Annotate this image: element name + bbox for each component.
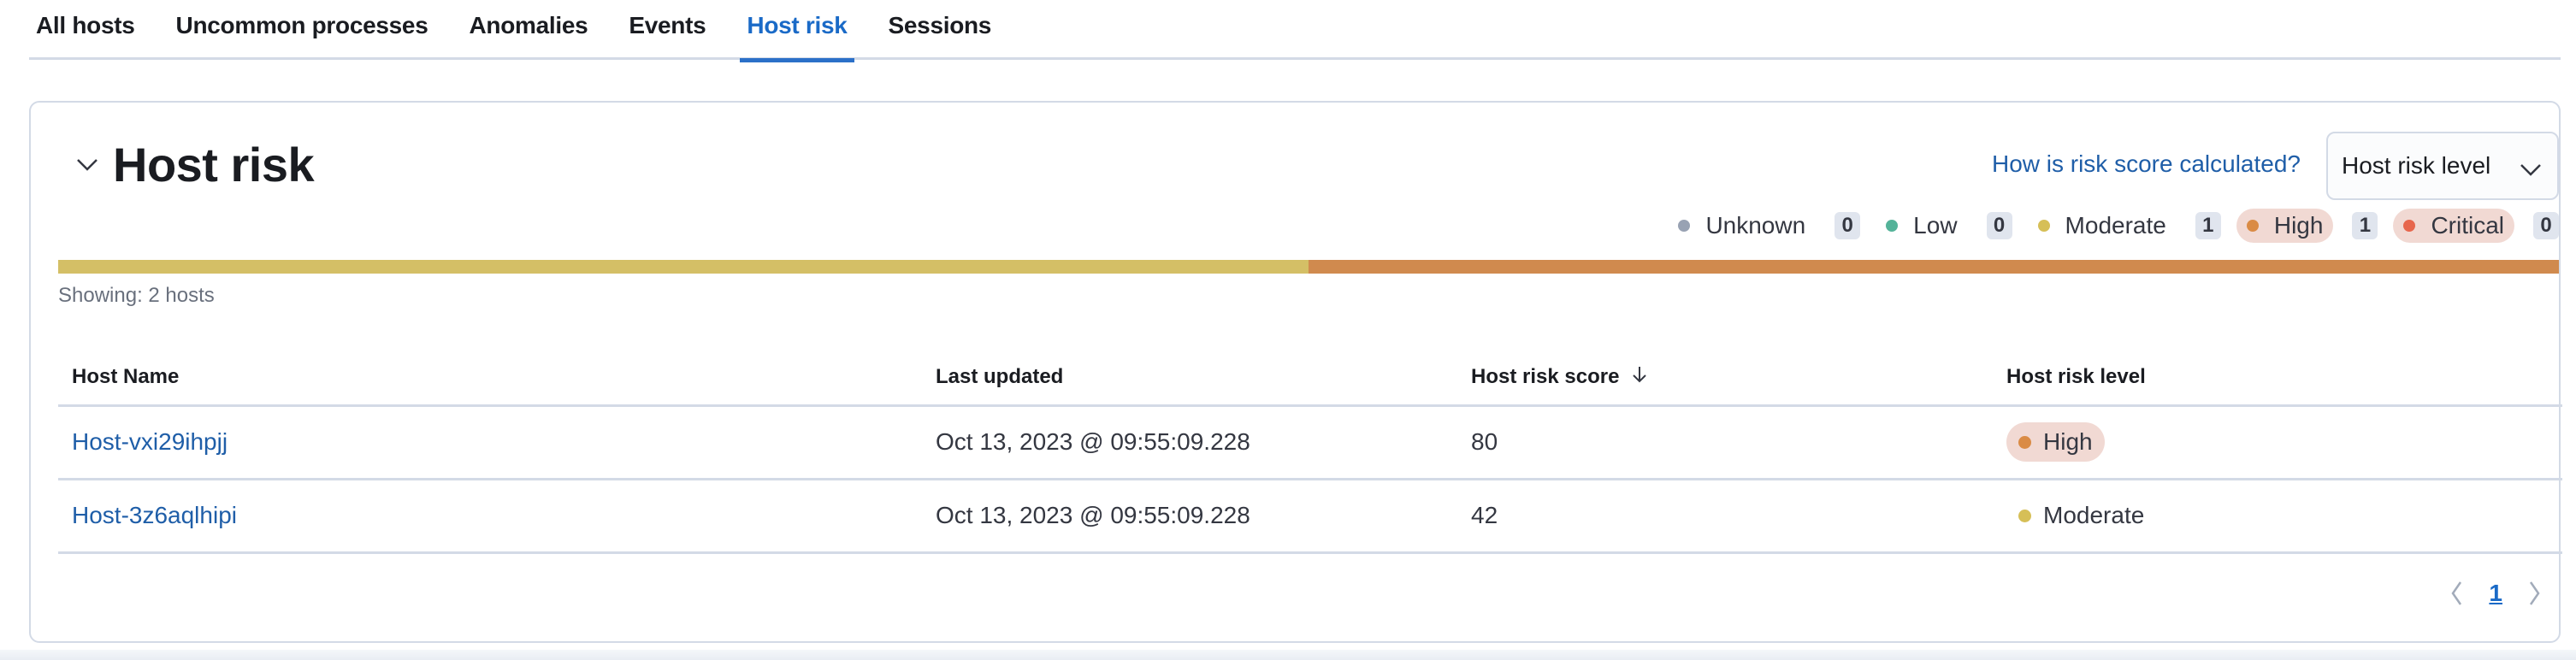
last-updated-cell: Oct 13, 2023 @ 09:55:09.228 — [922, 405, 1457, 480]
risk-level-badge: High — [2006, 422, 2105, 462]
host-name-link[interactable]: Host-vxi29ihpjj — [72, 428, 227, 455]
legend-count-unknown: 0 — [1835, 212, 1861, 239]
unknown-dot-icon — [1678, 220, 1691, 232]
risk-level-legend: Unknown 0 Low 0 Moderate 1 High 1 Critic… — [1668, 209, 2559, 243]
legend-item-high[interactable]: High — [2236, 209, 2334, 243]
tab-anomalies[interactable]: Anomalies — [462, 0, 594, 60]
chevron-left-icon — [2451, 581, 2462, 605]
legend-item-unknown[interactable]: Unknown — [1668, 209, 1816, 243]
legend-label: Low — [1913, 212, 1958, 239]
legend-count-moderate: 1 — [2195, 212, 2221, 239]
collapse-chevron-icon[interactable] — [72, 150, 103, 180]
table-header-row: Host Name Last updated Host risk score H… — [58, 351, 2562, 407]
table-row: Host-3z6aqlhipi Oct 13, 2023 @ 09:55:09.… — [58, 479, 2562, 554]
host-risk-table: Host Name Last updated Host risk score H… — [58, 351, 2562, 554]
tab-uncommon-processes[interactable]: Uncommon processes — [169, 0, 435, 60]
page-1-button[interactable]: 1 — [2489, 580, 2502, 607]
dropdown-selected-value: Host risk level — [2342, 152, 2491, 179]
page-bottom-edge — [0, 650, 2576, 660]
host-risk-level-dropdown[interactable]: Host risk level — [2326, 132, 2559, 200]
high-dot-icon — [2018, 435, 2031, 449]
showing-count: Showing: 2 hosts — [58, 284, 215, 307]
low-dot-icon — [1886, 220, 1899, 232]
column-header-label: Host risk score — [1471, 364, 1620, 388]
chevron-right-icon — [2529, 581, 2540, 605]
legend-label: Moderate — [2065, 212, 2166, 239]
sort-descending-icon — [1632, 365, 1647, 390]
legend-label: Critical — [2431, 212, 2504, 239]
moderate-dot-icon — [2037, 220, 2050, 232]
previous-page-button[interactable] — [2446, 576, 2467, 610]
tab-bar: All hosts Uncommon processes Anomalies E… — [29, 0, 2561, 62]
high-dot-icon — [2246, 220, 2259, 232]
risk-distribution-bar — [58, 260, 2559, 274]
table-row: Host-vxi29ihpjj Oct 13, 2023 @ 09:55:09.… — [58, 405, 2562, 480]
column-header-host-name[interactable]: Host Name — [58, 351, 922, 407]
risk-level-label: Moderate — [2043, 502, 2145, 528]
legend-item-critical[interactable]: Critical — [2393, 209, 2514, 243]
chevron-down-icon — [2520, 156, 2542, 183]
host-name-link[interactable]: Host-3z6aqlhipi — [72, 502, 237, 528]
next-page-button[interactable] — [2525, 576, 2545, 610]
risk-score-cell: 42 — [1457, 479, 1993, 554]
legend-count-low: 0 — [1986, 212, 2012, 239]
tab-events[interactable]: Events — [622, 0, 712, 60]
tab-host-risk[interactable]: Host risk — [740, 0, 854, 62]
tab-all-hosts[interactable]: All hosts — [29, 0, 142, 60]
legend-item-low[interactable]: Low — [1876, 209, 1967, 243]
legend-label: Unknown — [1705, 212, 1806, 239]
column-header-last-updated[interactable]: Last updated — [922, 351, 1457, 407]
last-updated-cell: Oct 13, 2023 @ 09:55:09.228 — [922, 479, 1457, 554]
panel-header: Host risk — [72, 137, 315, 192]
legend-label: High — [2273, 212, 2324, 239]
legend-count-high: 1 — [2352, 212, 2378, 239]
legend-item-moderate[interactable]: Moderate — [2028, 209, 2177, 243]
host-risk-panel: Host risk How is risk score calculated? … — [29, 101, 2562, 643]
moderate-dot-icon — [2018, 509, 2031, 522]
risk-score-cell: 80 — [1457, 405, 1993, 480]
risk-level-badge: Moderate — [2006, 496, 2156, 535]
tab-sessions[interactable]: Sessions — [882, 0, 999, 60]
risk-bar-segment-moderate — [58, 260, 1309, 274]
risk-bar-segment-high — [1309, 260, 2559, 274]
critical-dot-icon — [2403, 220, 2416, 232]
column-header-risk-score[interactable]: Host risk score — [1457, 351, 1993, 407]
column-header-risk-level[interactable]: Host risk level — [1993, 351, 2562, 407]
risk-level-label: High — [2043, 428, 2093, 455]
risk-score-help-link[interactable]: How is risk score calculated? — [1992, 150, 2301, 178]
legend-count-critical: 0 — [2533, 212, 2559, 239]
panel-title: Host risk — [113, 138, 315, 192]
pagination: 1 — [2446, 576, 2545, 610]
